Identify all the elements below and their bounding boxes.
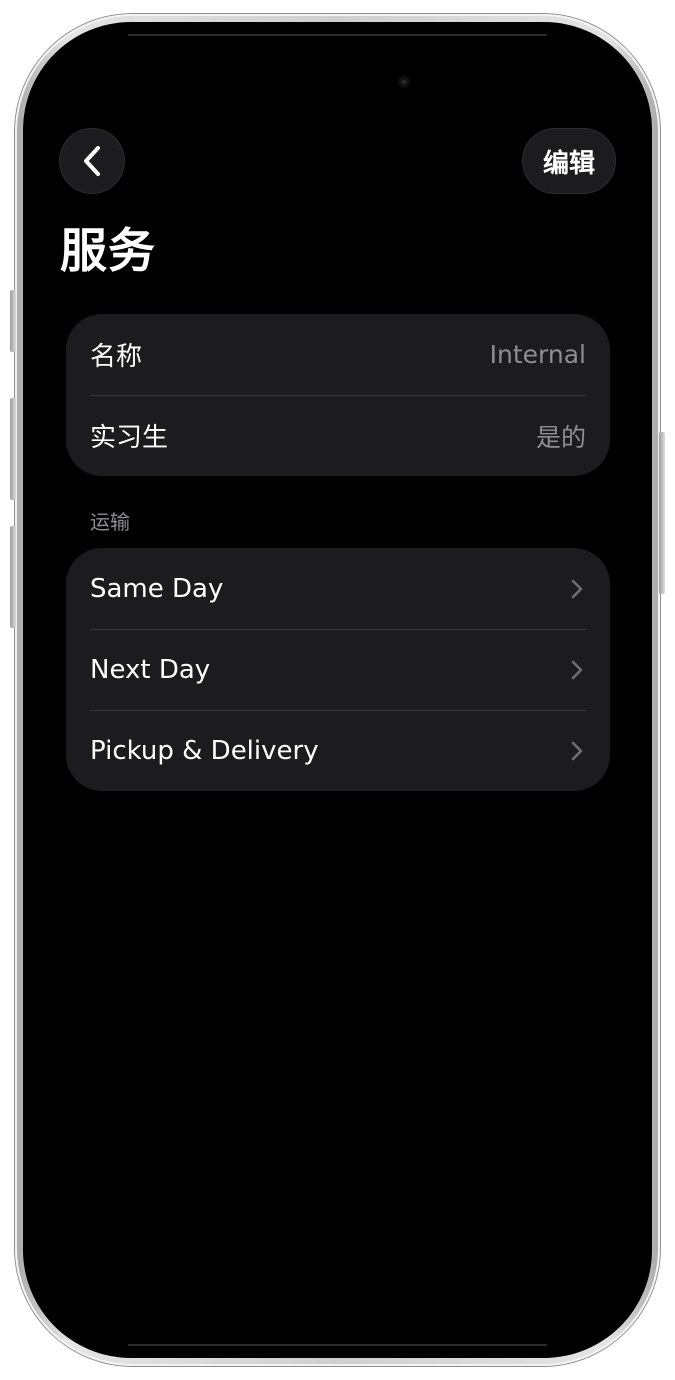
action-button [10, 290, 16, 352]
shipping-row-pickup-delivery[interactable]: Pickup & Delivery [66, 710, 610, 791]
shipping-group: Same Day Next Day Pickup & Delivery [66, 548, 610, 791]
chevron-left-icon [84, 146, 100, 176]
chevron-right-icon [571, 741, 583, 760]
row-label: Next Day [90, 654, 211, 685]
front-camera [398, 76, 410, 88]
shipping-row-next-day[interactable]: Next Day [66, 629, 610, 710]
row-value: 是的 [535, 422, 586, 452]
info-row-name: 名称 Internal [66, 314, 610, 395]
chevron-right-icon [571, 660, 583, 679]
section-header-shipping: 运输 [90, 510, 130, 534]
screen-bottom-edge [128, 1344, 547, 1346]
volume-up-button [10, 398, 16, 500]
chevron-right-icon [571, 579, 583, 598]
edit-button[interactable]: 编辑 [522, 128, 616, 194]
info-group: 名称 Internal 实习生 是的 [66, 314, 610, 476]
row-label: 实习生 [90, 423, 169, 453]
back-button[interactable] [59, 128, 125, 194]
row-label: Pickup & Delivery [90, 735, 319, 766]
info-row-intern: 实习生 是的 [66, 395, 610, 476]
row-value: Internal [489, 340, 586, 369]
shipping-row-same-day[interactable]: Same Day [66, 548, 610, 629]
page-title: 服务 [60, 224, 156, 279]
volume-down-button [10, 526, 16, 628]
row-label: 名称 [90, 342, 143, 372]
screen: 编辑 服务 名称 Internal 实习生 是的 运输 Same Day Nex… [23, 22, 652, 1358]
power-button [659, 432, 665, 594]
screen-top-edge [128, 34, 547, 36]
row-label: Same Day [90, 573, 224, 604]
